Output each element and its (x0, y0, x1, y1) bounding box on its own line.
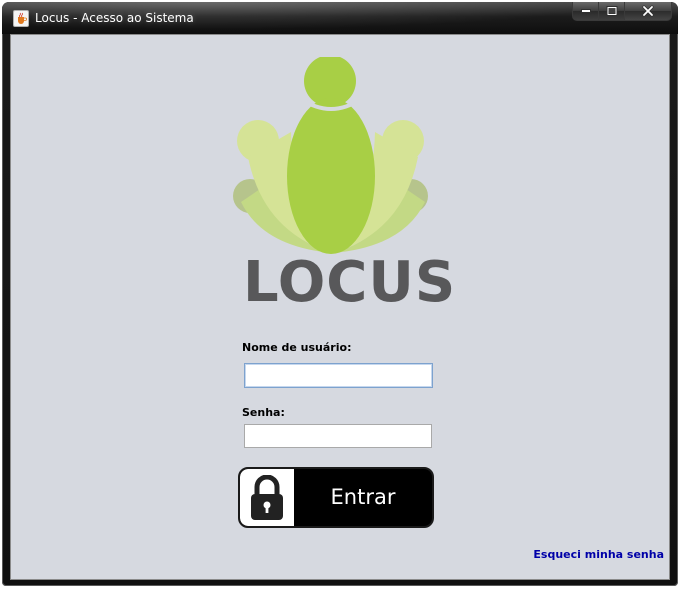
close-button[interactable] (625, 2, 672, 21)
window-title: Locus - Acesso ao Sistema (35, 11, 194, 25)
forgot-password-link[interactable]: Esqueci minha senha (533, 548, 664, 561)
login-button[interactable]: Entrar (238, 467, 434, 528)
maximize-icon (606, 6, 617, 16)
close-icon (642, 5, 654, 17)
locus-logo-icon (233, 55, 428, 254)
brand-name: LOCUS (243, 250, 457, 315)
maximize-button[interactable] (599, 2, 625, 21)
login-button-label: Entrar (330, 485, 396, 509)
padlock-icon (251, 475, 283, 520)
locus-logo: LOCUS (233, 55, 457, 315)
username-input[interactable] (244, 363, 433, 388)
lock-panel (240, 469, 294, 526)
app-window: Locus - Acesso ao Sistema LOCUS Nome de … (2, 2, 678, 586)
title-bar[interactable]: Locus - Acesso ao Sistema (2, 2, 678, 34)
password-input[interactable] (244, 424, 432, 448)
java-cup-icon (13, 10, 29, 27)
caption-buttons (572, 2, 672, 22)
password-label: Senha: (242, 406, 285, 419)
minimize-icon (580, 9, 591, 13)
username-label: Nome de usuário: (242, 341, 352, 354)
minimize-button[interactable] (572, 2, 599, 21)
login-panel: LOCUS Nome de usuário: Senha: Entrar Esq… (10, 34, 670, 580)
